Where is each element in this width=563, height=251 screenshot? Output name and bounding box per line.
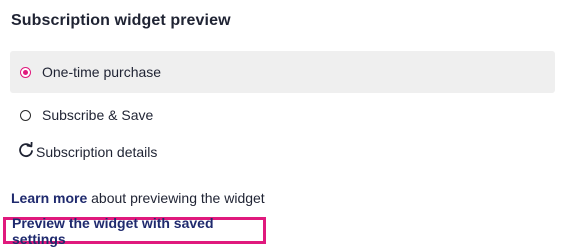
- option-label: Subscribe & Save: [42, 107, 154, 123]
- preview-saved-settings-button[interactable]: Preview the widget with saved settings: [3, 214, 266, 247]
- option-one-time-purchase[interactable]: One-time purchase: [10, 51, 555, 93]
- radio-one-time-purchase[interactable]: [20, 66, 31, 78]
- radio-subscribe-and-save[interactable]: [20, 109, 31, 121]
- option-label: One-time purchase: [42, 64, 162, 80]
- widget-preview-title: Subscription widget preview: [11, 12, 231, 29]
- preview-button-label: Preview the widget with saved settings: [12, 214, 214, 247]
- learn-more-link[interactable]: Learn more: [11, 190, 87, 206]
- learn-more-line: Learn more about previewing the widget: [11, 190, 265, 206]
- subscription-details-label: Subscription details: [36, 144, 158, 160]
- option-subscribe-and-save[interactable]: Subscribe & Save: [10, 94, 555, 136]
- refresh-icon: [19, 142, 33, 158]
- subscription-details-link[interactable]: Subscription details: [18, 142, 158, 160]
- learn-more-text: about previewing the widget: [87, 190, 265, 206]
